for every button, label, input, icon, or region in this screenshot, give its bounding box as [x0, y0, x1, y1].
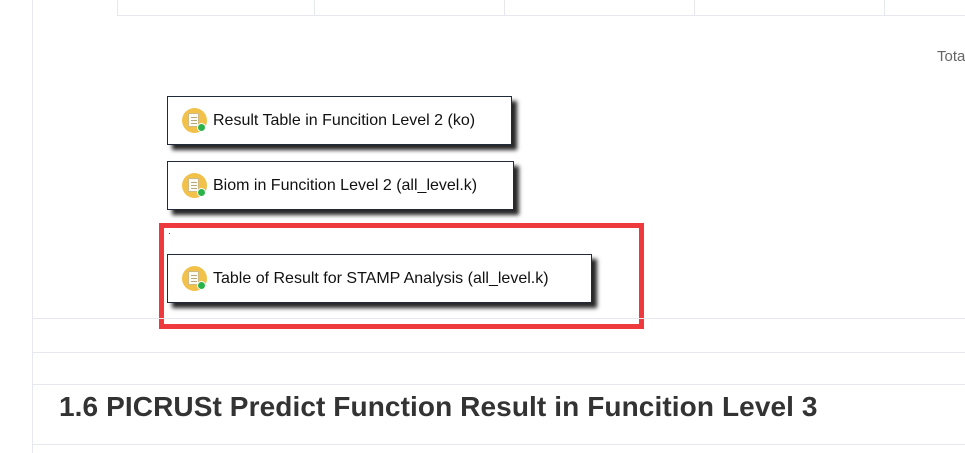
- download-button-label: Biom in Funcition Level 2 (all_level.k): [213, 176, 478, 194]
- download-biom-level2-button[interactable]: Biom in Funcition Level 2 (all_level.k): [167, 161, 514, 210]
- table-column-divider: [504, 0, 505, 16]
- table-column-divider: [314, 0, 315, 16]
- highlight-annotation-box: [159, 223, 644, 329]
- download-button-label: Result Table in Funcition Level 2 (ko): [213, 111, 476, 129]
- section-divider: [33, 352, 965, 353]
- file-download-icon: [182, 108, 207, 133]
- section-divider: [33, 318, 965, 319]
- section-heading: 1.6 PICRUSt Predict Function Result in F…: [59, 391, 818, 422]
- table-column-divider: [884, 0, 885, 16]
- content-left-border: [32, 0, 33, 453]
- download-result-table-level2-button[interactable]: Result Table in Funcition Level 2 (ko): [167, 96, 512, 145]
- data-table-bottom-edge: [117, 0, 965, 16]
- table-column-divider: [694, 0, 695, 16]
- table-total-label: Tota: [937, 48, 965, 65]
- file-download-icon: [182, 173, 207, 198]
- section-divider: [33, 384, 965, 385]
- section-divider: [33, 444, 965, 445]
